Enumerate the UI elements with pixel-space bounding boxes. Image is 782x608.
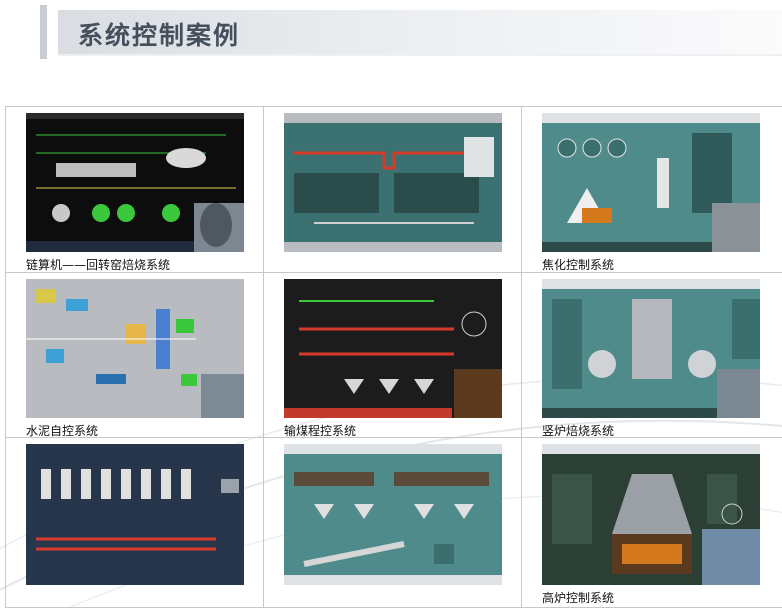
hmi-screenshot-chain-grate (26, 113, 244, 252)
case-thumbnail-blast-furnace[interactable] (542, 444, 760, 585)
hmi-screenshot-coking (542, 113, 760, 252)
hmi-screenshot-batching (284, 444, 502, 585)
hmi-screenshot-blast-furnace (542, 444, 760, 585)
case-card-blast-furnace[interactable]: 高炉控制系统 (522, 438, 782, 608)
case-thumbnail-coking-control[interactable] (542, 113, 760, 252)
case-thumbnail-coke-oven-conveyor[interactable] (284, 113, 502, 252)
case-card-coking-control[interactable]: 焦化控制系统 (522, 107, 782, 273)
case-card-shaft-furnace[interactable]: 竖炉焙烧系统 (522, 273, 782, 438)
case-thumbnail-cement[interactable] (26, 279, 244, 418)
case-thumbnail-shaft-furnace[interactable] (542, 279, 760, 418)
case-thumbnail-batching[interactable] (284, 444, 502, 585)
hmi-screenshot-cement (26, 279, 244, 418)
case-thumbnail-chain-grate-kiln[interactable] (26, 113, 244, 252)
case-card-coke-oven-conveyor[interactable] (264, 107, 522, 273)
hmi-screenshot-silo (26, 444, 244, 585)
case-caption: 水泥自控系统 (26, 424, 99, 438)
hmi-screenshot-shaft-furnace (542, 279, 760, 418)
case-caption: 输煤程控系统 (284, 424, 357, 438)
case-card-coal-conveying[interactable]: 输煤程控系统 (264, 273, 522, 438)
case-gallery-grid: 链算机——回转窑焙烧系统 焦化控制系统 水泥自控系统 输煤程控系统 竖炉焙烧系统… (5, 106, 782, 608)
case-caption: 竖炉焙烧系统 (542, 424, 615, 438)
page-title: 系统控制案例 (78, 21, 241, 50)
case-caption: 高炉控制系统 (542, 591, 615, 605)
case-caption: 焦化控制系统 (542, 258, 615, 272)
case-card-cement[interactable]: 水泥自控系统 (6, 273, 264, 438)
hmi-screenshot-coal (284, 279, 502, 418)
header-band: 系统控制案例 (58, 10, 782, 54)
case-card-batching[interactable] (264, 438, 522, 608)
hmi-screenshot-teal-conveyor (284, 113, 502, 252)
case-card-silo-process[interactable] (6, 438, 264, 608)
case-card-chain-grate-kiln[interactable]: 链算机——回转窑焙烧系统 (6, 107, 264, 273)
case-caption: 链算机——回转窑焙烧系统 (26, 258, 171, 272)
header-accent-bar (40, 5, 47, 59)
case-thumbnail-silo-process[interactable] (26, 444, 244, 585)
case-thumbnail-coal-conveying[interactable] (284, 279, 502, 418)
